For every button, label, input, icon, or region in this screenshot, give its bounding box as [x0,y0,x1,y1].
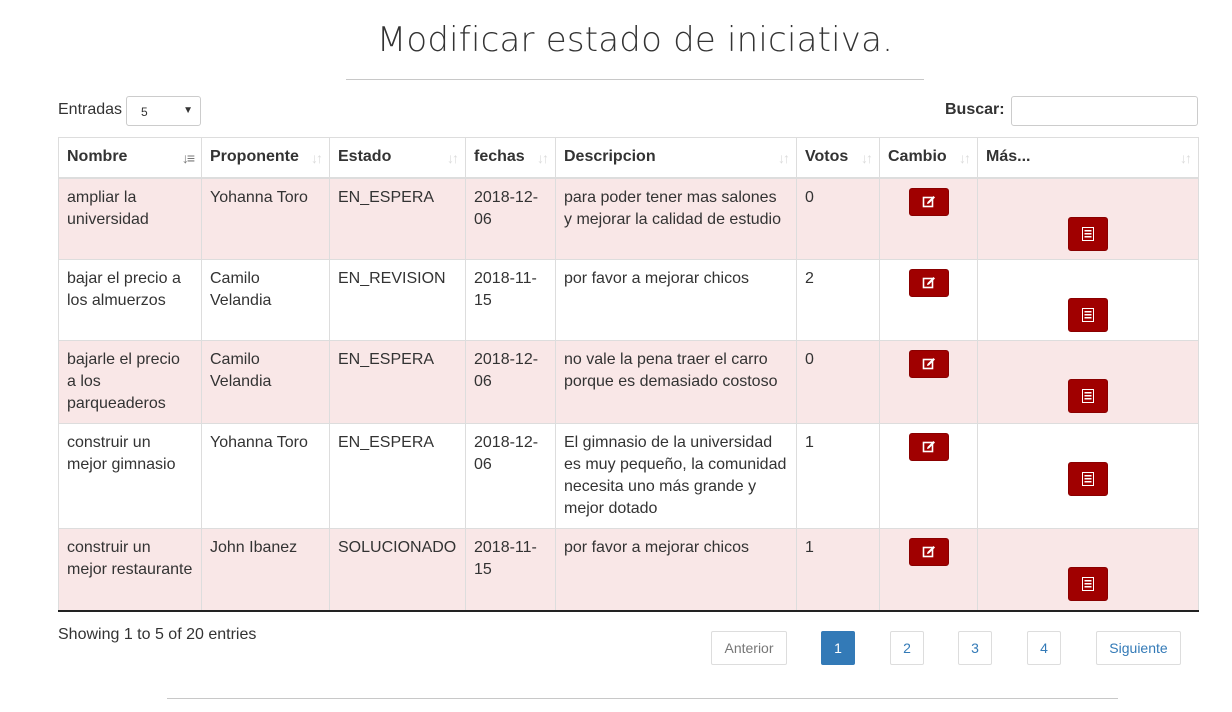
pagination-page-3[interactable]: 3 [958,631,992,665]
cell-proponente: Yohanna Toro [201,177,330,260]
cell-fecha: 2018-12-06 [465,177,556,260]
cell-cambio [879,528,978,612]
pagination-page-4[interactable]: 4 [1027,631,1061,665]
search-input[interactable] [1011,96,1198,126]
column-header-descripcion[interactable]: Descripcion ↓↑ [555,137,797,179]
list-icon [1082,226,1094,241]
cell-estado: EN_REVISION [329,259,466,341]
column-header-fechas[interactable]: fechas ↓↑ [465,137,556,179]
cell-proponente: Yohanna Toro [201,423,330,529]
cell-descripcion: no vale la pena traer el carro porque es… [555,340,797,424]
cell-descripcion: para poder tener mas salones y mejorar l… [555,177,797,260]
edit-button[interactable] [908,350,949,378]
page-title: Modificar estado de iniciativa. [376,20,894,60]
table-row: ampliar la universidad Yohanna Toro EN_E… [58,177,1199,260]
cell-proponente: Camilo Velandia [201,340,330,424]
cell-cambio [879,340,978,424]
sort-icon: ↓↑ [959,150,971,166]
details-button[interactable] [1068,567,1108,601]
edit-icon [922,195,935,207]
edit-icon [922,277,935,289]
edit-button[interactable] [908,269,949,297]
column-header-cambio[interactable]: Cambio ↓↑ [879,137,978,179]
search-label: Buscar: [945,101,1005,118]
details-button[interactable] [1068,298,1108,332]
entries-select[interactable]: 5 ▼ [126,96,201,126]
list-icon [1082,308,1094,322]
cell-estado: EN_ESPERA [329,177,466,260]
table-header-row: Nombre ↓≡ Proponente ↓↑ Estado ↓↑ fechas ↓↑ … [58,137,1199,179]
cell-fecha: 2018-11-15 [465,528,556,612]
sort-icon: ↓↑ [447,150,459,166]
list-icon [1082,472,1094,486]
cell-fecha: 2018-11-15 [465,259,556,341]
title-divider [346,79,924,80]
cell-cambio [879,177,978,260]
entries-label: Entradas [58,101,123,118]
list-icon [1082,577,1094,591]
cell-descripcion: por favor a mejorar chicos [555,528,797,612]
table-info: Showing 1 to 5 of 20 entries [58,626,257,643]
pagination-page-2[interactable]: 2 [890,631,924,665]
column-header-proponente[interactable]: Proponente ↓↑ [201,137,330,179]
table-row: construir un mejor gimnasio Yohanna Toro… [58,423,1199,529]
cell-votos: 2 [796,259,880,341]
table-row: construir un mejor restaurante John Iban… [58,528,1199,612]
cell-estado: EN_ESPERA [329,423,466,529]
cell-mas [977,177,1199,260]
column-header-mas[interactable]: Más... ↓↑ [977,137,1199,179]
cell-votos: 1 [796,528,880,612]
sort-icon: ↓↑ [537,150,549,166]
details-button[interactable] [1068,216,1108,251]
cell-mas [977,423,1199,529]
cell-nombre: construir un mejor restaurante [58,528,202,612]
cell-mas [977,528,1199,612]
pagination-previous[interactable]: Anterior [711,631,787,665]
edit-button[interactable] [908,187,949,216]
cell-estado: EN_ESPERA [329,340,466,424]
sort-icon: ↓↑ [311,150,323,166]
cell-nombre: bajarle el precio a los parqueaderos [58,340,202,424]
details-button[interactable] [1068,379,1108,413]
cell-votos: 0 [796,177,880,260]
column-header-nombre[interactable]: Nombre ↓≡ [58,137,202,179]
cell-proponente: John Ibanez [201,528,330,612]
cell-fecha: 2018-12-06 [465,340,556,424]
sort-icon: ↓↑ [778,150,790,166]
footer-divider [167,698,1118,699]
cell-proponente: Camilo Velandia [201,259,330,341]
cell-descripcion: El gimnasio de la universidad es muy peq… [555,423,797,529]
cell-descripcion: por favor a mejorar chicos [555,259,797,341]
cell-estado: SOLUCIONADO [329,528,466,612]
column-header-estado[interactable]: Estado ↓↑ [329,137,466,179]
cell-fecha: 2018-12-06 [465,423,556,529]
column-header-votos[interactable]: Votos ↓↑ [796,137,880,179]
edit-icon [922,358,935,370]
pagination-page-1[interactable]: 1 [821,631,855,665]
details-button[interactable] [1068,462,1108,496]
edit-icon [922,441,935,453]
cell-mas [977,259,1199,341]
edit-icon [922,546,935,558]
sort-icon: ↓↑ [861,150,873,166]
cell-nombre: bajar el precio a los almuerzos [58,259,202,341]
cell-votos: 1 [796,423,880,529]
cell-mas [977,340,1199,424]
cell-nombre: ampliar la universidad [58,177,202,260]
initiatives-table: Nombre ↓≡ Proponente ↓↑ Estado ↓↑ fechas ↓↑ … [58,137,1199,612]
sort-icon: ↓≡ [181,150,195,166]
entries-value: 5 [141,105,148,119]
table-row: bajarle el precio a los parqueaderos Cam… [58,340,1199,424]
edit-button[interactable] [908,433,949,461]
cell-cambio [879,259,978,341]
table-row: bajar el precio a los almuerzos Camilo V… [58,259,1199,341]
cell-votos: 0 [796,340,880,424]
list-icon [1082,389,1094,403]
chevron-down-icon: ▼ [183,105,193,116]
sort-icon: ↓↑ [1180,150,1192,166]
pagination-next[interactable]: Siguiente [1096,631,1181,665]
cell-cambio [879,423,978,529]
cell-nombre: construir un mejor gimnasio [58,423,202,529]
edit-button[interactable] [908,538,949,566]
